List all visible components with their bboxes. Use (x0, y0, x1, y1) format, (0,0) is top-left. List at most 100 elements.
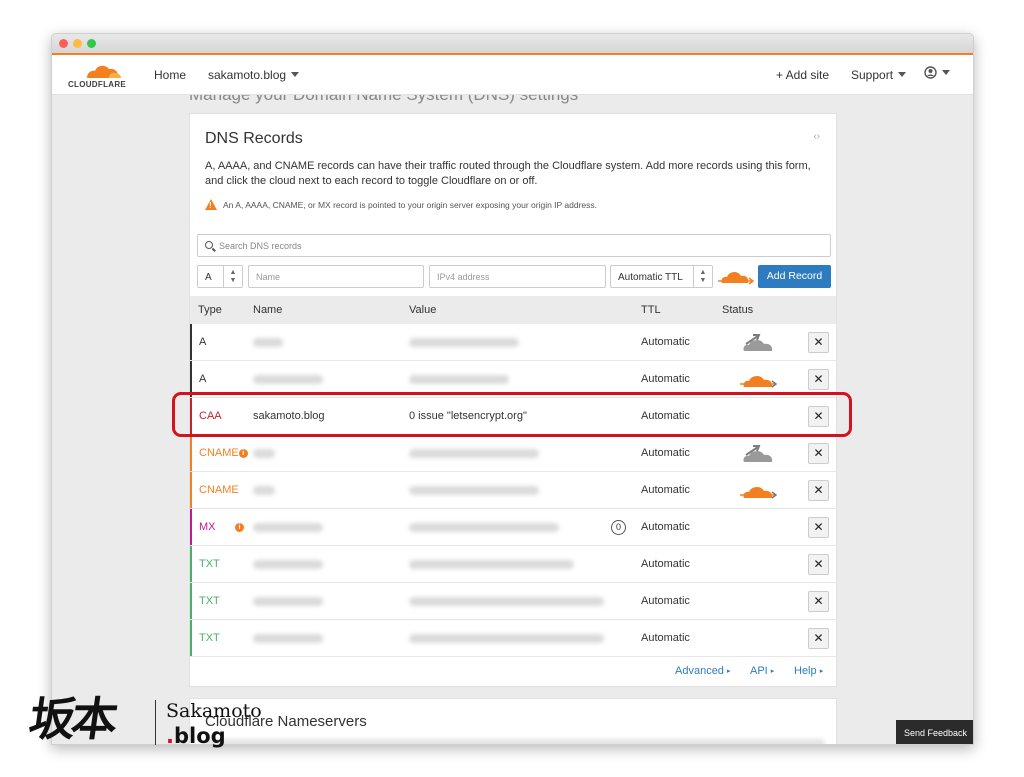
delete-record-button[interactable]: ✕ (808, 628, 829, 649)
search-placeholder: Search DNS records (219, 241, 302, 251)
table-row[interactable]: TXT Automatic ✕ (190, 546, 836, 583)
browser-window: CLOUDFLARE Home sakamoto.blog + Add site… (51, 33, 974, 745)
record-type: CNAME (199, 447, 239, 459)
send-feedback-button[interactable]: Send Feedback (896, 720, 973, 744)
delete-record-button[interactable]: ✕ (808, 517, 829, 538)
cloud-proxied-icon[interactable] (740, 478, 778, 502)
table-row[interactable]: CNAME Automatic ✕ (190, 472, 836, 509)
search-input[interactable]: Search DNS records (197, 234, 831, 257)
search-icon (205, 241, 213, 249)
record-value-redacted (409, 560, 574, 569)
table-row[interactable]: TXT Automatic ✕ (190, 620, 836, 657)
chevron-down-icon (291, 72, 300, 77)
record-value-redacted (409, 338, 519, 347)
site-selector[interactable]: sakamoto.blog (208, 68, 300, 82)
advanced-link-label: Advanced (675, 665, 724, 677)
nav-home[interactable]: Home (154, 68, 186, 82)
column-header-status[interactable]: Status (722, 304, 753, 316)
cloudflare-cloud-icon (87, 65, 121, 78)
record-name-redacted (253, 597, 323, 606)
table-header: Type Name Value TTL Status (190, 296, 836, 324)
ttl-select-value: Automatic TTL (618, 272, 683, 283)
code-icon[interactable]: ‹› (813, 131, 820, 142)
close-dot[interactable] (59, 39, 68, 48)
cloud-dns-only-icon[interactable] (740, 330, 778, 354)
cloud-dns-only-icon[interactable] (740, 441, 778, 465)
delete-record-button[interactable]: ✕ (808, 480, 829, 501)
ttl-select[interactable]: Automatic TTL ▲ ▼ (610, 265, 713, 288)
record-type-bar (190, 583, 192, 619)
cloud-proxied-icon[interactable] (740, 367, 778, 391)
table-row[interactable]: A Automatic ✕ (190, 324, 836, 361)
delete-record-button[interactable]: ✕ (808, 591, 829, 612)
card-description: A, AAAA, and CNAME records can have thei… (205, 160, 811, 187)
column-header-value[interactable]: Value (409, 304, 436, 316)
record-type-bar (190, 546, 192, 582)
title-bar (52, 34, 973, 53)
minimize-dot[interactable] (73, 39, 82, 48)
record-type-bar (190, 435, 192, 471)
watermark-blog: .blog (166, 724, 226, 748)
help-link[interactable]: Help ▸ (794, 665, 823, 677)
record-type-bar (190, 620, 192, 656)
record-ttl: Automatic (641, 632, 690, 644)
mx-priority-badge: 0 (611, 520, 626, 535)
info-icon[interactable]: i (235, 523, 244, 532)
cloudflare-logo[interactable]: CLOUDFLARE (61, 61, 133, 89)
table-row[interactable]: TXT Automatic ✕ (190, 583, 836, 620)
record-type-bar (190, 472, 192, 508)
record-ttl: Automatic (641, 447, 690, 459)
column-header-name[interactable]: Name (253, 304, 282, 316)
record-value-redacted (409, 486, 539, 495)
record-name-redacted (253, 560, 323, 569)
add-site-link[interactable]: + Add site (776, 68, 829, 82)
type-select[interactable]: A ▲ ▼ (197, 265, 243, 288)
record-value-redacted (409, 375, 509, 384)
record-name-redacted (253, 449, 275, 458)
delete-record-button[interactable]: ✕ (808, 443, 829, 464)
record-name-redacted (253, 523, 323, 532)
caret-right-icon: ▸ (727, 668, 731, 675)
column-header-ttl[interactable]: TTL (641, 304, 661, 316)
record-value-redacted (409, 523, 559, 532)
chevron-down-icon (898, 72, 907, 77)
delete-record-button[interactable]: ✕ (808, 332, 829, 353)
record-ttl: Automatic (641, 521, 690, 533)
zoom-dot[interactable] (87, 39, 96, 48)
api-link[interactable]: API ▸ (750, 665, 774, 677)
column-header-type[interactable]: Type (198, 304, 222, 316)
record-type: A (199, 336, 207, 348)
record-type: MX (199, 521, 216, 533)
card-title: DNS Records (205, 130, 303, 147)
watermark-blog-text: blog (173, 724, 226, 748)
record-type: TXT (199, 632, 220, 644)
record-name-redacted (253, 338, 283, 347)
record-type: TXT (199, 558, 220, 570)
record-type: A (199, 373, 207, 385)
name-input[interactable]: Name (248, 265, 424, 288)
site-selector-label: sakamoto.blog (208, 68, 287, 82)
select-arrows-icon: ▲ ▼ (693, 266, 712, 287)
info-icon[interactable]: i (238, 449, 248, 458)
record-ttl: Automatic (641, 373, 690, 385)
record-ttl: Automatic (641, 336, 690, 348)
top-navbar: CLOUDFLARE Home sakamoto.blog + Add site… (52, 55, 973, 95)
delete-record-button[interactable]: ✕ (808, 554, 829, 575)
account-menu[interactable] (924, 66, 950, 80)
record-ttl: Automatic (641, 484, 690, 496)
record-info: i (235, 521, 244, 533)
add-record-button[interactable]: Add Record (758, 265, 831, 288)
highlight-annotation (172, 392, 852, 437)
record-name-redacted (253, 634, 323, 643)
table-row[interactable]: MX i 0 Automatic ✕ (190, 509, 836, 546)
table-row[interactable]: CNAME i Automatic ✕ (190, 435, 836, 472)
record-type-with-info: CNAME i (199, 447, 248, 459)
proxy-toggle-cloud-icon[interactable] (718, 268, 754, 286)
delete-record-button[interactable]: ✕ (808, 369, 829, 390)
advanced-link[interactable]: Advanced ▸ (675, 665, 731, 677)
record-type: TXT (199, 595, 220, 607)
caret-right-icon: ▸ (770, 668, 775, 675)
support-menu[interactable]: Support (851, 68, 907, 82)
value-input[interactable]: IPv4 address (429, 265, 606, 288)
watermark-logo: 坂本 (25, 692, 118, 746)
